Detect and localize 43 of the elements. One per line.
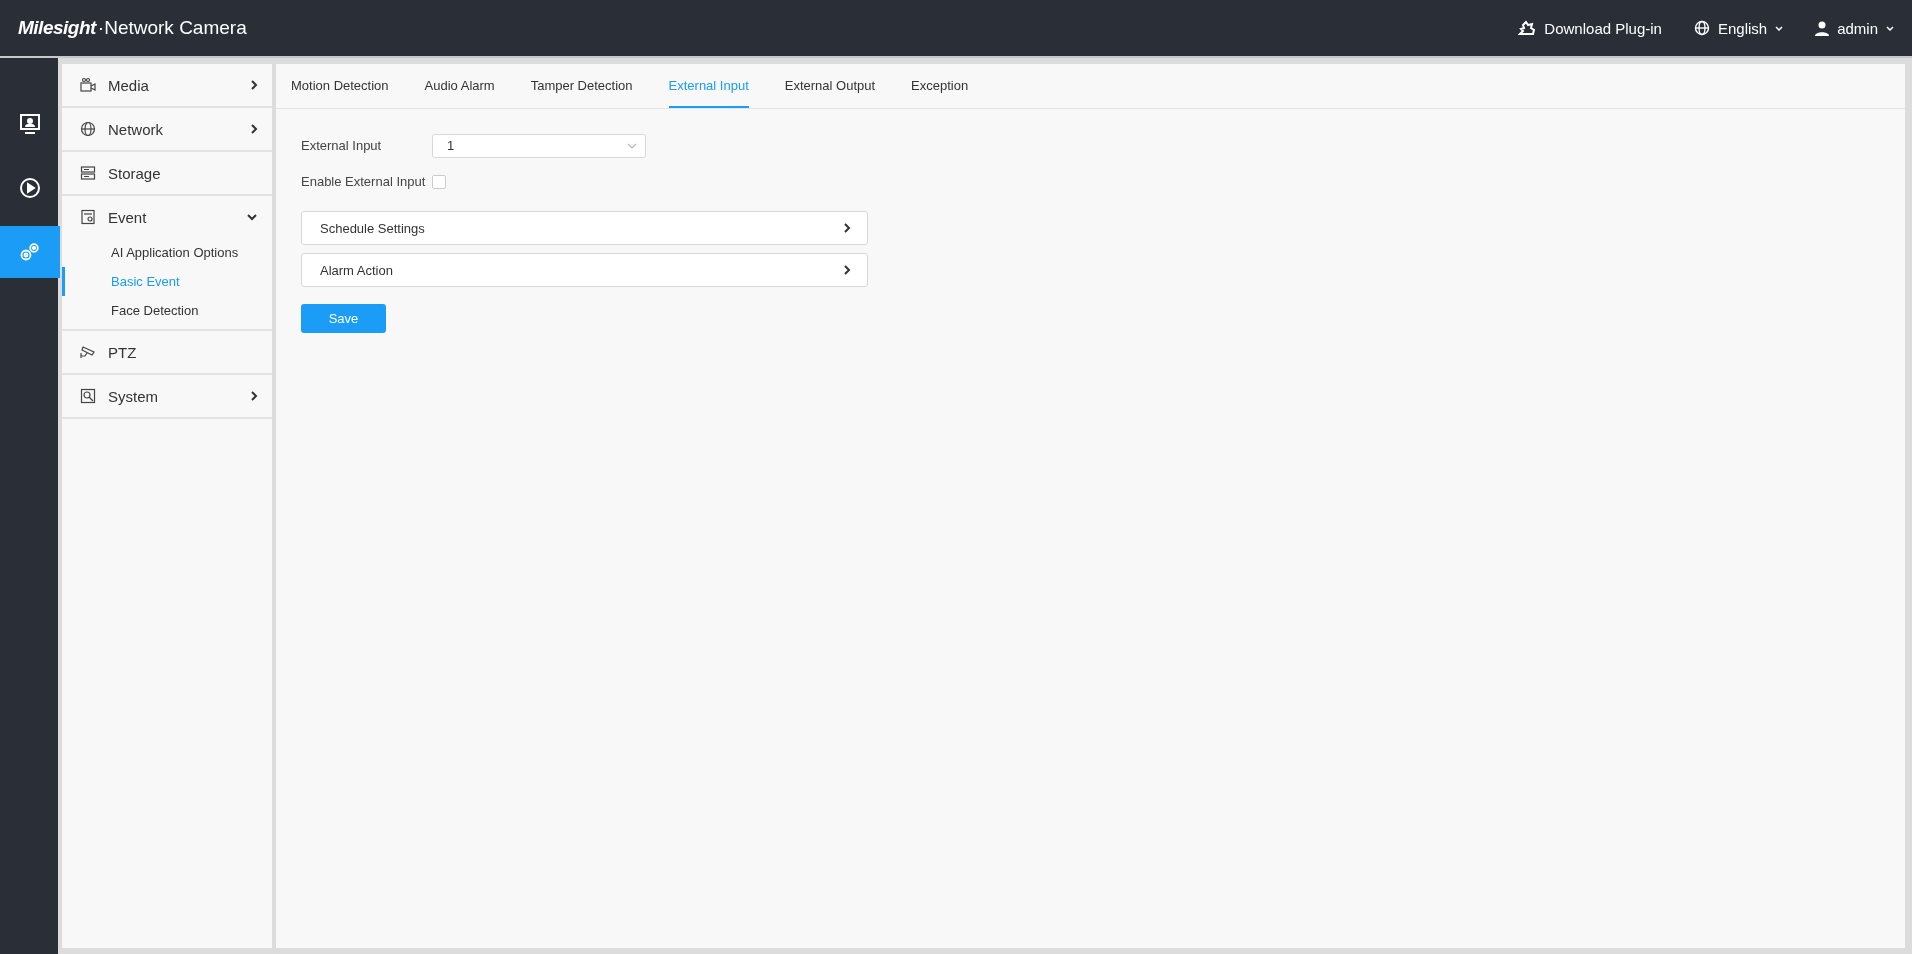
tab[interactable]: External Output [784,64,876,108]
language-menu[interactable]: English [1693,19,1784,37]
chevron-right-icon [250,390,258,402]
brand-logo: Milesight [18,17,96,39]
menu-item[interactable]: System [62,375,272,419]
chevron-right-icon [250,79,258,91]
field-label: External Input [301,138,383,153]
tab[interactable]: Exception [911,64,969,108]
chevron-right-icon [843,264,851,276]
globe-icon [1693,20,1710,36]
storage-icon [80,165,96,181]
download-plugin-link[interactable]: Download Plug-in [1518,19,1662,37]
collapsible-section[interactable]: Alarm Action [301,253,868,287]
tab[interactable]: Audio Alarm [424,64,495,108]
product-title: ·Network Camera [97,17,247,39]
event-icon [80,209,96,225]
chevron-down-icon [246,213,258,221]
user-menu[interactable]: admin [1815,19,1894,37]
cctv-camera-icon [80,344,96,360]
chevron-down-icon [627,142,637,149]
submenu-item[interactable]: Face Detection [62,296,272,325]
menu-item[interactable]: Event [62,196,272,238]
menu-item[interactable]: Storage [62,152,272,196]
tab[interactable]: Tamper Detection [530,64,633,108]
caret-icon [1886,25,1894,31]
chevron-right-icon [843,222,851,234]
system-icon [80,388,96,404]
user-icon [1815,20,1830,36]
globe-icon [80,121,96,137]
play-icon [19,177,41,199]
caret-icon [1775,25,1784,31]
enable-checkbox[interactable] [432,174,447,189]
monitor-icon [19,113,41,135]
chevron-right-icon [250,123,258,135]
menu-item[interactable]: Media [62,64,272,108]
menu-item[interactable]: PTZ [62,331,272,375]
external-input-select[interactable]: 1 [432,133,646,158]
submenu-item[interactable]: AI Application Options [62,238,272,267]
tab[interactable]: Motion Detection [291,64,389,108]
menu-item[interactable]: Network [62,108,272,152]
field-label: Enable External Input [301,174,426,189]
collapsible-section[interactable]: Schedule Settings [301,211,868,245]
camera-icon [80,77,96,93]
